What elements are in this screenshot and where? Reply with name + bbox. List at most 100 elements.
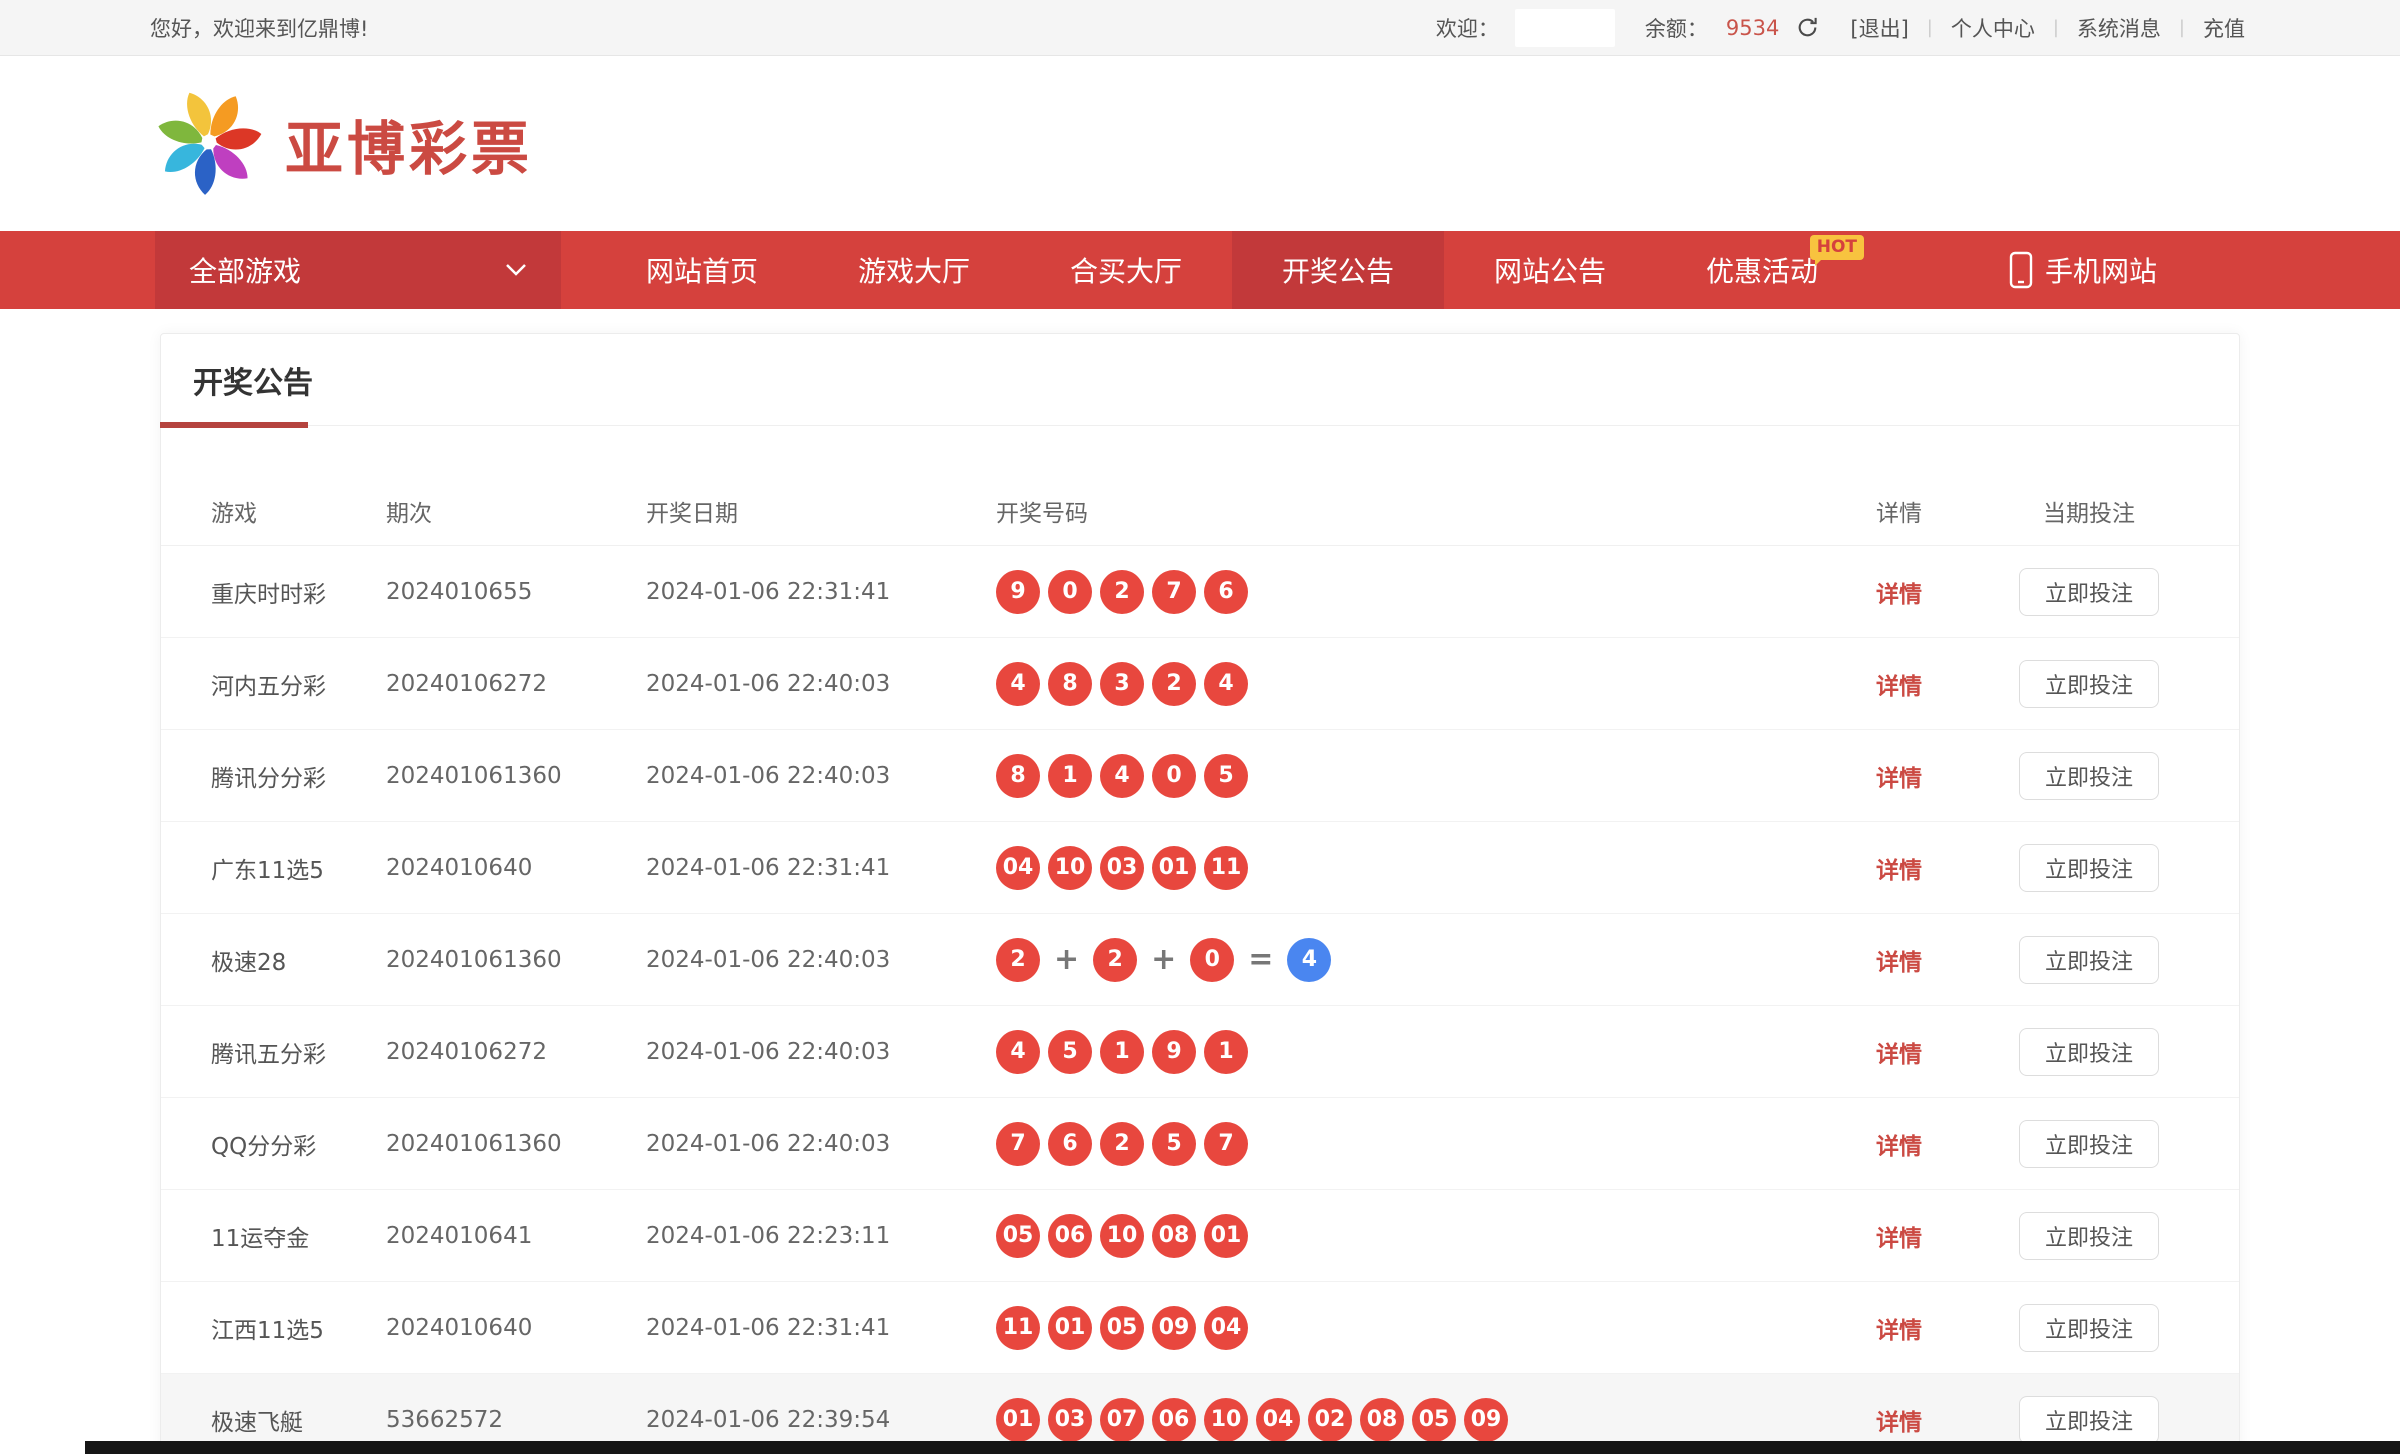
bet-now-button[interactable]: 立即投注 [2019,936,2159,984]
winning-numbers: 0506100801 [996,1214,1809,1258]
details-link[interactable]: 详情 [1876,1410,1922,1436]
nav-item-game-hall[interactable]: 游戏大厅 [808,231,1020,309]
details-link[interactable]: 详情 [1876,1318,1922,1344]
game-name: 11运夺金 [211,1219,386,1253]
lottery-ball: 5 [1204,754,1248,798]
lottery-ball: 04 [996,846,1040,890]
lottery-ball: 4 [996,662,1040,706]
logout-link[interactable]: [退出] [1850,13,1908,43]
lottery-ball: 05 [1412,1398,1456,1442]
all-games-dropdown[interactable]: 全部游戏 [155,231,561,309]
table-row: 腾讯分分彩 202401061360 2024-01-06 22:40:03 8… [161,730,2239,822]
draw-date: 2024-01-06 22:23:11 [646,1223,996,1249]
draw-date: 2024-01-06 22:40:03 [646,1039,996,1065]
draw-announcement-card: 开奖公告 游戏 期次 开奖日期 开奖号码 详情 当期投注 重庆时时彩 20240… [160,333,2240,1454]
balance-value: 9534 [1726,16,1779,40]
details-link[interactable]: 详情 [1876,858,1922,884]
lottery-ball: 09 [1464,1398,1508,1442]
details-link[interactable]: 详情 [1876,1042,1922,1068]
nav-item-site-announcements[interactable]: 网站公告 [1444,231,1656,309]
chevron-down-icon [505,263,527,277]
period-number: 2024010640 [386,1315,646,1341]
greeting-text: 您好，欢迎来到亿鼎博! [150,13,368,43]
lottery-ball: 10 [1100,1214,1144,1258]
nav-item-mobile-site[interactable]: 手机网站 [1958,231,2208,309]
table-row: 11运夺金 2024010641 2024-01-06 22:23:11 050… [161,1190,2239,1282]
bet-now-button[interactable]: 立即投注 [2019,660,2159,708]
hot-badge: HOT [1810,235,1864,260]
game-name: 河内五分彩 [211,667,386,701]
nav-item-home[interactable]: 网站首页 [596,231,808,309]
details-link[interactable]: 详情 [1876,950,1922,976]
details-link[interactable]: 详情 [1876,1226,1922,1252]
details-link[interactable]: 详情 [1876,674,1922,700]
brand-name: 亚博彩票 [285,102,533,186]
username-box [1515,9,1615,47]
winning-numbers: 0410030111 [996,846,1809,890]
lottery-ball: 05 [996,1214,1040,1258]
table-row: 极速28 202401061360 2024-01-06 22:40:03 2+… [161,914,2239,1006]
nav-item-promotions[interactable]: 优惠活动 HOT [1656,231,1868,309]
nav-item-draw-announcements[interactable]: 开奖公告 [1232,231,1444,309]
draw-date: 2024-01-06 22:40:03 [646,763,996,789]
lottery-ball: 10 [1048,846,1092,890]
header-game: 游戏 [211,494,386,528]
details-link[interactable]: 详情 [1876,582,1922,608]
header-period: 期次 [386,494,646,528]
bet-now-button[interactable]: 立即投注 [2019,1028,2159,1076]
divider: | [2177,17,2187,38]
game-name: 重庆时时彩 [211,575,386,609]
lottery-ball: 5 [1048,1030,1092,1074]
game-name: 极速飞艇 [211,1403,386,1437]
active-tab-underline [160,422,308,428]
lottery-ball: 09 [1152,1306,1196,1350]
nav-item-label: 网站首页 [646,250,758,290]
draw-date: 2024-01-06 22:40:03 [646,671,996,697]
operator: = [1248,942,1273,977]
bet-now-button[interactable]: 立即投注 [2019,1396,2159,1444]
bet-now-button[interactable]: 立即投注 [2019,568,2159,616]
user-center-link[interactable]: 个人中心 [1951,13,2035,43]
winning-numbers: 48324 [996,662,1809,706]
lottery-ball: 2 [1093,938,1137,982]
details-link[interactable]: 详情 [1876,766,1922,792]
game-name: 腾讯分分彩 [211,759,386,793]
welcome-label: 欢迎： [1436,13,1499,43]
bet-now-button[interactable]: 立即投注 [2019,1304,2159,1352]
recharge-link[interactable]: 充值 [2203,13,2245,43]
lottery-ball: 6 [1204,570,1248,614]
lottery-ball: 11 [996,1306,1040,1350]
lottery-ball: 7 [1204,1122,1248,1166]
lottery-ball: 6 [1048,1122,1092,1166]
lottery-ball: 2 [1100,570,1144,614]
period-number: 20240106272 [386,1039,646,1065]
lottery-ball: 10 [1204,1398,1248,1442]
nav-item-label: 优惠活动 [1706,250,1818,290]
table-row: 广东11选5 2024010640 2024-01-06 22:31:41 04… [161,822,2239,914]
system-messages-link[interactable]: 系统消息 [2077,13,2161,43]
site-header: 亚博彩票 [0,56,2400,231]
bet-now-button[interactable]: 立即投注 [2019,752,2159,800]
lottery-ball: 9 [996,570,1040,614]
lottery-ball: 1 [1048,754,1092,798]
lottery-ball: 07 [1100,1398,1144,1442]
lottery-ball: 02 [1308,1398,1352,1442]
lottery-ball: 2 [1152,662,1196,706]
topbar-right: 欢迎： 余额： 9534 [退出] | 个人中心 | 系统消息 | 充值 [1436,9,2245,47]
nav-item-co-buy-hall[interactable]: 合买大厅 [1020,231,1232,309]
bet-now-button[interactable]: 立即投注 [2019,844,2159,892]
details-link[interactable]: 详情 [1876,1134,1922,1160]
bet-now-button[interactable]: 立即投注 [2019,1212,2159,1260]
bet-now-button[interactable]: 立即投注 [2019,1120,2159,1168]
lottery-ball: 06 [1152,1398,1196,1442]
operator: + [1054,942,1079,977]
nav-item-label: 游戏大厅 [858,250,970,290]
table-row: QQ分分彩 202401061360 2024-01-06 22:40:03 7… [161,1098,2239,1190]
site-logo[interactable]: 亚博彩票 [155,88,533,200]
lottery-ball: 4 [996,1030,1040,1074]
result-ball: 4 [1287,938,1331,982]
refresh-icon[interactable] [1795,15,1820,40]
header-date: 开奖日期 [646,494,996,528]
winning-numbers: 01030706100402080509 [996,1398,1809,1442]
lottery-ball: 08 [1360,1398,1404,1442]
